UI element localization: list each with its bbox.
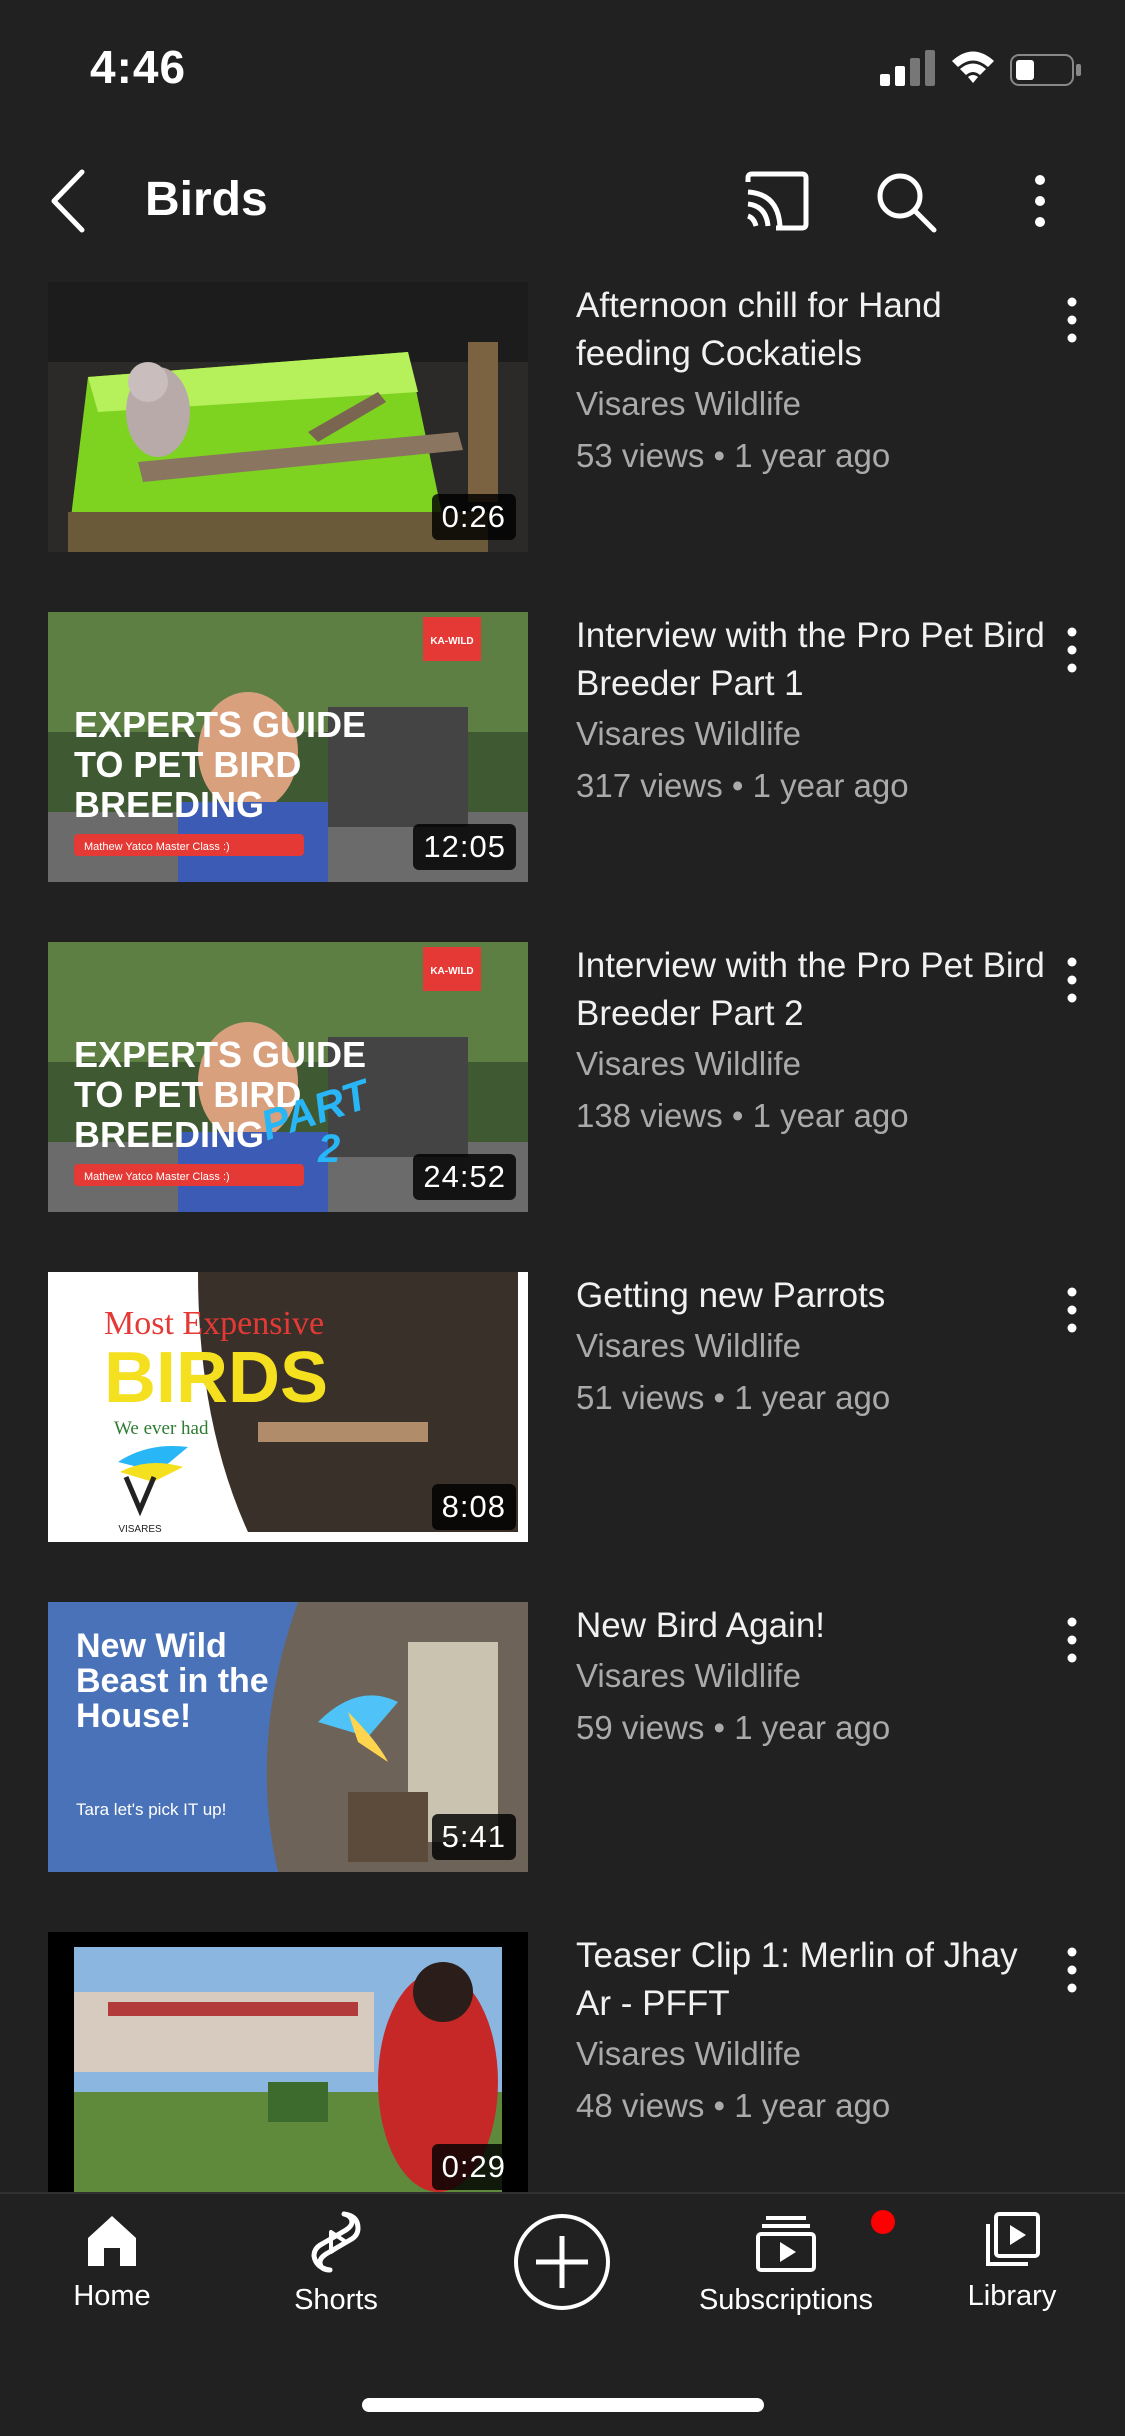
more-vert-icon[interactable] [1052,290,1092,350]
video-info: Teaser Clip 1: Merlin of Jhay Ar - PFFT … [576,1932,1056,2134]
home-icon [88,2216,136,2266]
channel-name[interactable]: Visares Wildlife [576,2030,1056,2078]
more-vert-icon[interactable] [1052,950,1092,1010]
more-vert-icon[interactable] [1052,1610,1092,1670]
thumbnail-badge: KA-WILD [430,966,473,977]
status-time: 4:46 [90,41,187,93]
create-button[interactable] [462,2212,662,2352]
thumbnail-text: Most Expensive [104,1305,324,1342]
video-title[interactable]: Teaser Clip 1: Merlin of Jhay Ar - PFFT [576,1932,1056,2028]
thumbnail-text: TO PET BIRD [74,744,301,785]
video-title[interactable]: New Bird Again! [576,1602,1056,1650]
back-arrow-icon[interactable] [40,166,100,236]
video-thumbnail[interactable]: Most Expensive BIRDS We ever had VISARES… [48,1272,528,1542]
more-vert-icon[interactable] [1052,1940,1092,2000]
page-title: Birds [145,173,268,226]
video-row[interactable]: 0:26 Afternoon chill for Hand feeding Co… [0,282,1125,552]
channel-name[interactable]: Visares Wildlife [576,1322,1056,1370]
video-row[interactable]: 0:29 Teaser Clip 1: Merlin of Jhay Ar - … [0,1932,1125,2192]
video-title[interactable]: Afternoon chill for Hand feeding Cockati… [576,282,1056,378]
more-vert-icon[interactable] [1005,168,1075,234]
thumbnail-badge: KA-WILD [430,636,473,647]
video-thumbnail[interactable]: KA-WILD EXPERTS GUIDE TO PET BIRD BREEDI… [48,612,528,882]
video-row[interactable]: KA-WILD EXPERTS GUIDE TO PET BIRD BREEDI… [0,612,1125,882]
video-row[interactable]: KA-WILD EXPERTS GUIDE TO PET BIRD BREEDI… [0,942,1125,1212]
home-indicator[interactable] [362,2398,764,2412]
channel-name[interactable]: Visares Wildlife [576,1040,1056,1088]
search-icon[interactable] [872,168,942,234]
video-meta: 51 views • 1 year ago [576,1379,891,1416]
video-duration: 12:05 [413,824,516,870]
thumbnail-subtext: Tara let's pick IT up! [76,1800,226,1819]
thumbnail-text: New Wild [76,1627,227,1665]
thumbnail-part-number: 2 [317,1127,340,1171]
video-duration: 8:08 [431,1484,516,1530]
nav-library[interactable]: Library [912,2210,1112,2350]
top-app-bar: Birds [0,150,1125,250]
video-row[interactable]: New Wild Beast in the House! Tara let's … [0,1602,1125,1872]
nav-library-label: Library [967,2280,1057,2312]
nav-home-label: Home [73,2280,151,2312]
video-meta: 138 views • 1 year ago [576,1097,909,1134]
thumbnail-text: BREEDING [74,784,264,825]
nav-shorts-label: Shorts [294,2284,378,2316]
video-info: Getting new Parrots Visares Wildlife 51 … [576,1272,1056,1426]
video-duration: 24:52 [413,1154,516,1200]
video-thumbnail[interactable]: 0:29 [48,1932,528,2192]
library-icon [986,2212,1040,2266]
channel-name[interactable]: Visares Wildlife [576,1652,1056,1700]
video-thumbnail[interactable]: KA-WILD EXPERTS GUIDE TO PET BIRD BREEDI… [48,942,528,1212]
video-info: Interview with the Pro Pet Bird Breeder … [576,942,1056,1144]
channel-name[interactable]: Visares Wildlife [576,380,1056,428]
notification-dot [871,2210,895,2234]
video-duration: 0:29 [431,2144,516,2190]
video-meta: 53 views • 1 year ago [576,437,891,474]
status-bar: 4:46 [0,0,1125,140]
more-vert-icon[interactable] [1052,620,1092,680]
thumbnail-banner: Mathew Yatco Master Class :) [84,1171,230,1183]
more-vert-icon[interactable] [1052,1280,1092,1340]
thumbnail-text: BIRDS [104,1338,328,1418]
nav-home[interactable]: Home [12,2210,212,2350]
thumbnail-text: EXPERTS GUIDE [74,704,366,745]
video-info: Afternoon chill for Hand feeding Cockati… [576,282,1056,484]
video-title[interactable]: Interview with the Pro Pet Bird Breeder … [576,942,1056,1038]
thumbnail-text: Beast in the [76,1662,269,1700]
video-meta: 317 views • 1 year ago [576,767,909,804]
video-row[interactable]: Most Expensive BIRDS We ever had VISARES… [0,1272,1125,1542]
channel-name[interactable]: Visares Wildlife [576,710,1056,758]
video-list: 0:26 Afternoon chill for Hand feeding Co… [0,282,1125,2192]
thumbnail-text: EXPERTS GUIDE [74,1034,366,1075]
video-thumbnail[interactable]: 0:26 [48,282,528,552]
thumbnail-text: BREEDING [74,1114,264,1155]
thumbnail-text: We ever had [114,1418,209,1439]
thumbnail-brand: VISARES [118,1524,162,1535]
nav-subscriptions[interactable]: Subscriptions [686,2210,895,2350]
video-thumbnail[interactable]: New Wild Beast in the House! Tara let's … [48,1602,528,1872]
add-circle-icon [514,2214,610,2310]
video-info: Interview with the Pro Pet Bird Breeder … [576,612,1056,814]
nav-subscriptions-label: Subscriptions [698,2284,874,2316]
thumbnail-banner: Mathew Yatco Master Class :) [84,841,230,853]
nav-shorts[interactable]: Shorts [236,2210,436,2350]
video-info: New Bird Again! Visares Wildlife 59 view… [576,1602,1056,1756]
battery-icon [1010,54,1081,86]
cast-icon[interactable] [740,168,810,234]
video-title[interactable]: Getting new Parrots [576,1272,1056,1320]
video-duration: 5:41 [431,1814,516,1860]
subscriptions-icon [756,2216,816,2272]
video-title[interactable]: Interview with the Pro Pet Bird Breeder … [576,612,1056,708]
shorts-icon [311,2211,361,2273]
thumbnail-text: House! [76,1697,191,1735]
video-meta: 59 views • 1 year ago [576,1709,891,1746]
video-duration: 0:26 [431,494,516,540]
cellular-signal-icon [880,50,935,86]
video-meta: 48 views • 1 year ago [576,2087,891,2124]
wifi-icon [952,51,994,83]
